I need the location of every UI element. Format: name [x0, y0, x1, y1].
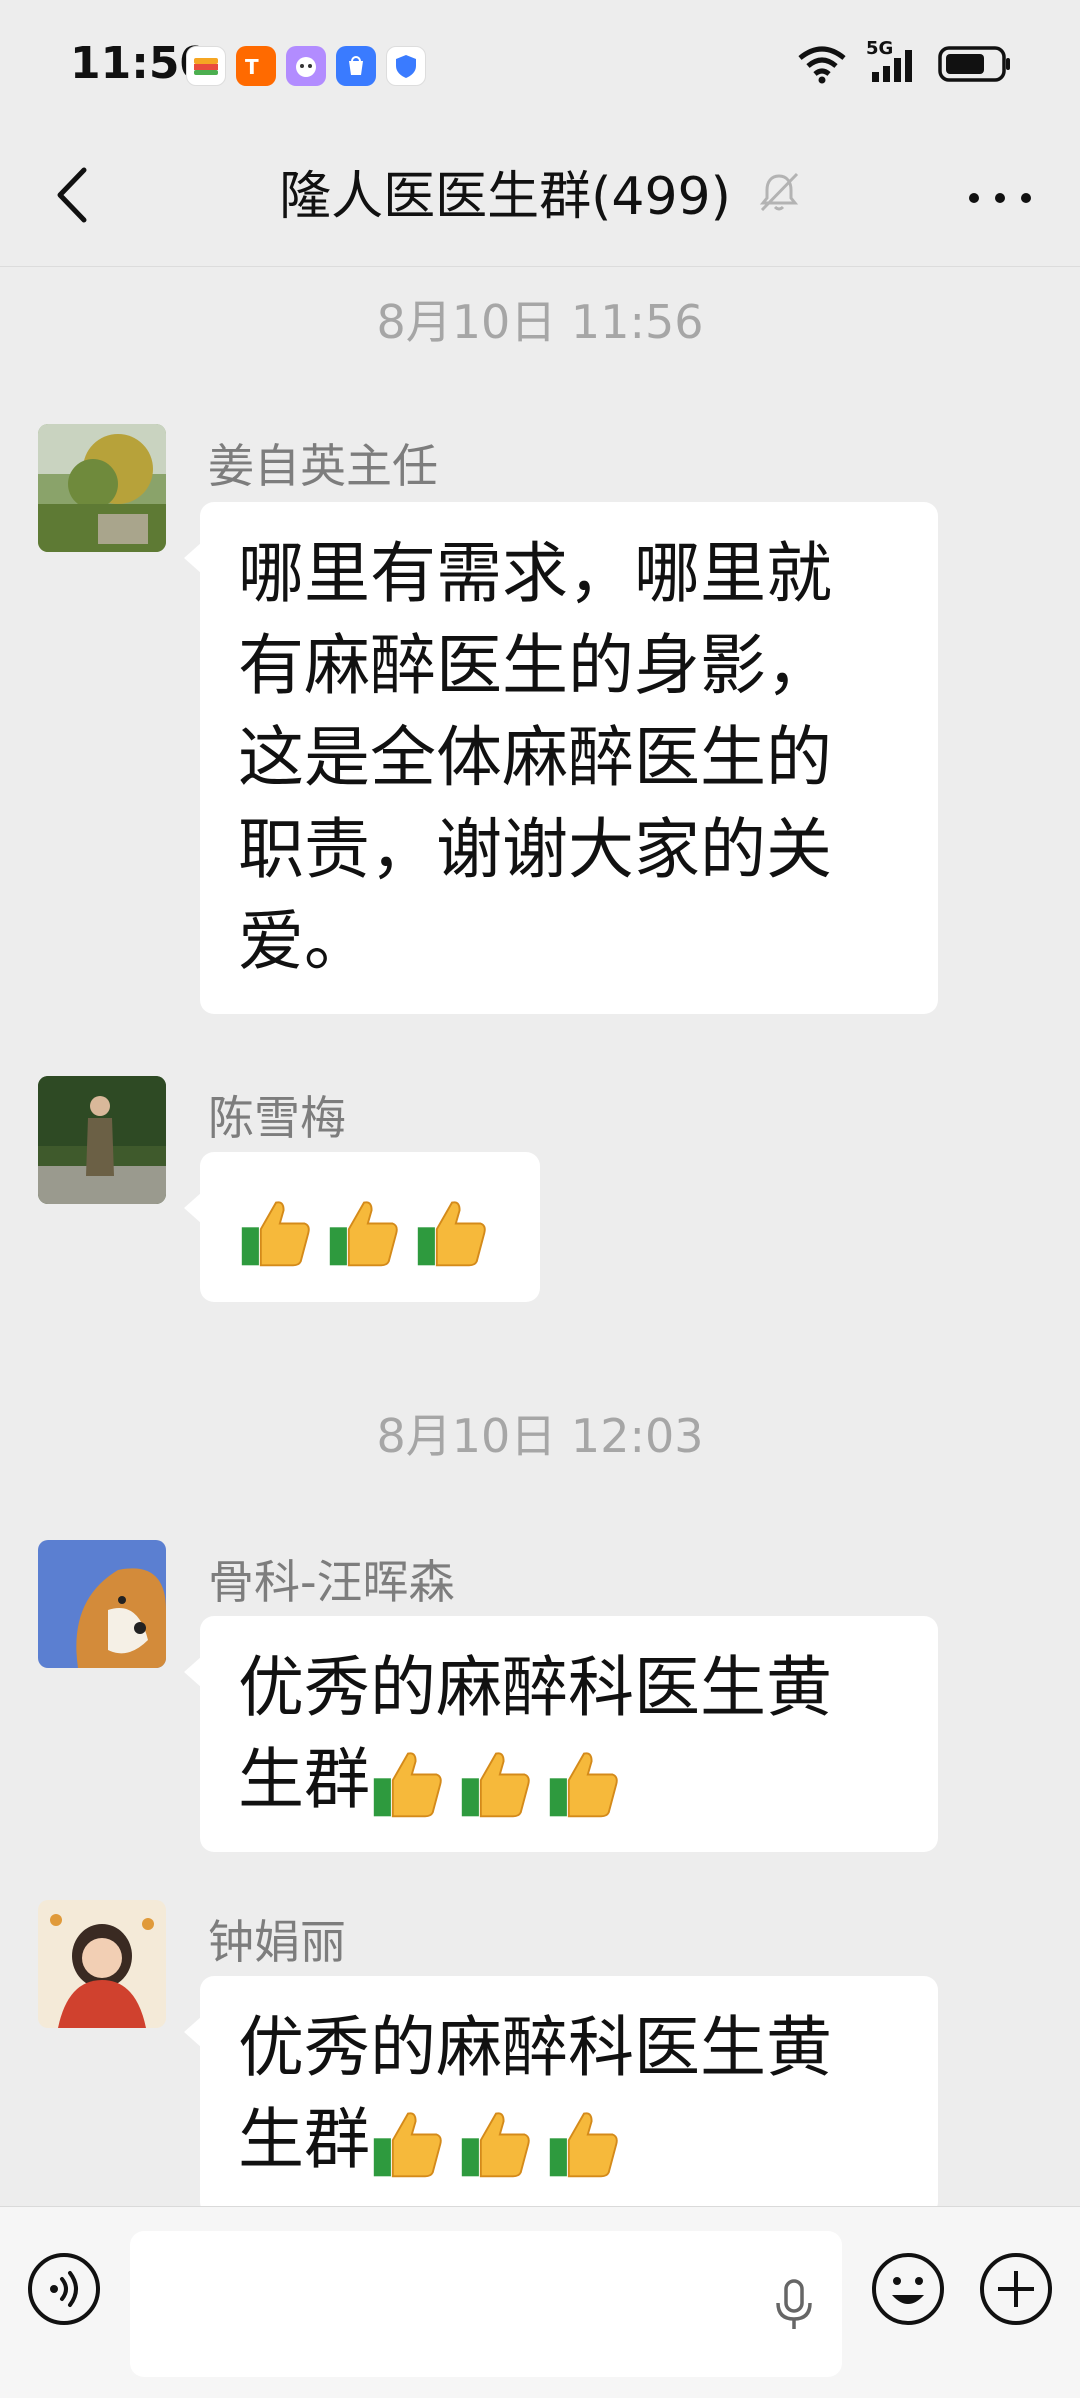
- chat-title: 隆人医医生群(499): [279, 167, 731, 227]
- microphone-button[interactable]: [772, 2277, 816, 2337]
- message-line: 哪里有需求，哪里就: [238, 535, 832, 612]
- message-line: 生群: [238, 2101, 370, 2178]
- thumbs-up-icon: [461, 2112, 530, 2178]
- app-market-icon: [336, 46, 376, 86]
- message-line: 生群: [238, 1741, 370, 1818]
- plus-icon: [980, 2253, 1052, 2325]
- avatar[interactable]: [38, 424, 166, 552]
- bell-off-icon: [759, 172, 799, 211]
- more-functions-button[interactable]: [978, 2251, 1054, 2327]
- microphone-icon: [776, 2279, 812, 2329]
- thumbs-up-emojis: [238, 1195, 490, 1271]
- message-input-bar: [0, 2206, 1080, 2398]
- avatar[interactable]: [38, 1900, 166, 2028]
- header-divider: [0, 266, 1080, 267]
- notification-icons: T: [186, 46, 426, 86]
- emoji-icon: [872, 2253, 944, 2325]
- svg-text:T: T: [245, 55, 259, 79]
- thumbs-up-icon: [329, 1201, 398, 1267]
- message-timestamp: 8月10日 11:56: [376, 295, 704, 349]
- status-bar: 11:50 T 5G: [0, 0, 1080, 130]
- sender-name: 姜自英主任: [208, 439, 438, 493]
- thumbs-up-emojis: [370, 1746, 622, 1822]
- voice-icon: [28, 2253, 100, 2325]
- battery-icon: [938, 46, 1010, 82]
- avatar[interactable]: [38, 1540, 166, 1668]
- more-options-button[interactable]: [960, 168, 1040, 228]
- sender-name: 陈雪梅: [208, 1091, 346, 1145]
- message-line: 有麻醉医生的身影，: [238, 627, 832, 704]
- emoji-button[interactable]: [870, 2251, 946, 2327]
- message-timestamp: 8月10日 12:03: [376, 1409, 704, 1463]
- message-line: 爱。: [238, 903, 370, 980]
- thumbs-up-icon: [417, 1201, 486, 1267]
- thumbs-up-icon: [461, 1752, 530, 1818]
- message-bubble[interactable]: 优秀的麻醉科医生黄 生群: [184, 1976, 938, 2216]
- taobao-app-icon: T: [236, 46, 276, 86]
- voice-toggle-button[interactable]: [26, 2251, 102, 2327]
- message-text-field[interactable]: [130, 2231, 842, 2377]
- thumbs-up-icon: [549, 2112, 618, 2178]
- security-shield-icon: [386, 46, 426, 86]
- wifi-icon: [798, 46, 846, 84]
- message-line: 职责，谢谢大家的关: [238, 811, 832, 888]
- message-bubble[interactable]: 哪里有需求，哪里就 有麻醉医生的身影， 这是全体麻醉医生的 职责，谢谢大家的关 …: [184, 502, 938, 1014]
- status-indicators: 5G: [796, 38, 1012, 84]
- message-line: 优秀的麻醉科医生黄: [238, 2009, 832, 2086]
- chat-header: 隆人医医生群(499): [0, 130, 1080, 266]
- message-line: 优秀的麻醉科医生黄: [238, 1649, 832, 1726]
- message-bubble[interactable]: [184, 1152, 540, 1302]
- avatar[interactable]: [38, 1076, 166, 1204]
- thumbs-up-icon: [549, 1752, 618, 1818]
- message-line: 这是全体麻醉医生的: [238, 719, 832, 796]
- mascot-app-icon: [286, 46, 326, 86]
- message-bubble[interactable]: 优秀的麻醉科医生黄 生群: [184, 1616, 938, 1852]
- cellular-signal-icon: 5G: [864, 38, 922, 84]
- thumbs-up-emojis: [370, 2106, 622, 2182]
- sender-name: 骨科-汪晖森: [208, 1555, 455, 1609]
- sender-name: 钟娟丽: [208, 1915, 346, 1969]
- thumbs-up-icon: [373, 2112, 442, 2178]
- wallet-app-icon: [186, 46, 226, 86]
- thumbs-up-icon: [241, 1201, 310, 1267]
- thumbs-up-icon: [373, 1752, 442, 1818]
- more-dots-icon: [969, 193, 1031, 203]
